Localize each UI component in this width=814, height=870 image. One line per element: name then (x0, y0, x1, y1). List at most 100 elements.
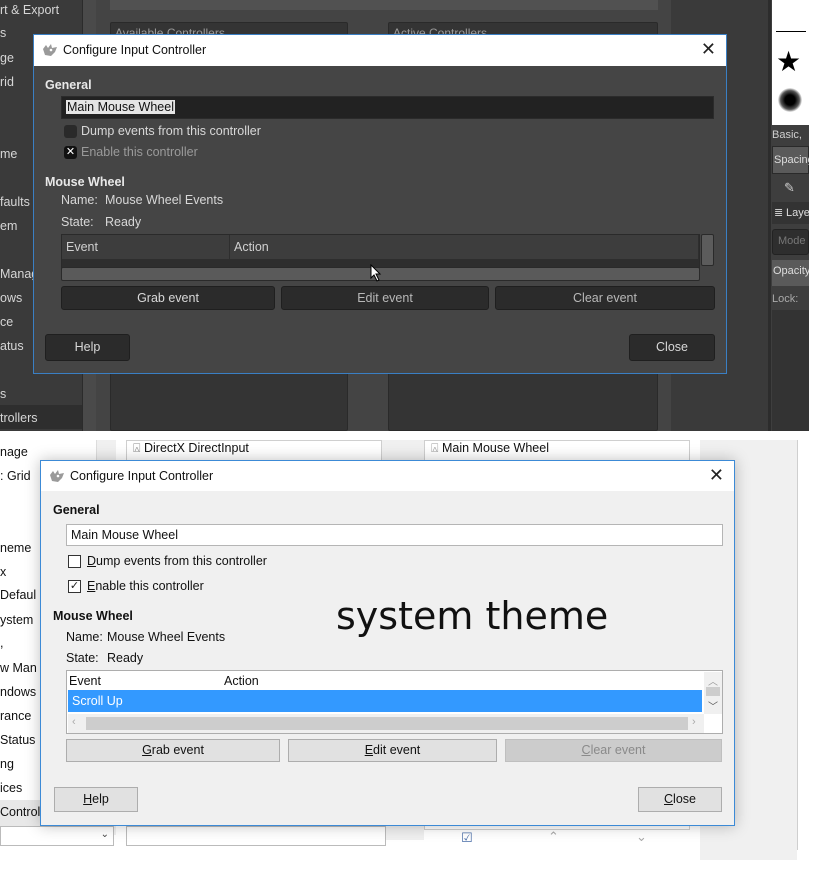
sidebar-item[interactable]: Status (0, 733, 35, 747)
sidebar-item[interactable]: ystem (0, 613, 33, 627)
sidebar-item-input-controllers[interactable]: trollers (0, 411, 38, 425)
sidebar-item[interactable]: rid (0, 75, 14, 89)
help-button[interactable]: Help (45, 334, 130, 361)
table-horizontal-scrollbar[interactable]: ‹ › (68, 714, 704, 733)
sidebar-item[interactable]: atus (0, 339, 24, 353)
mouse-cursor-icon (370, 264, 382, 282)
sidebar-item[interactable]: ge (0, 51, 14, 65)
name-label: Name: (61, 193, 98, 207)
close-button[interactable]: Close (638, 787, 722, 812)
spacing-slider[interactable]: Spacing (772, 146, 809, 174)
edit-event-button[interactable]: Edit event (288, 739, 497, 762)
brush-preset-label: Basic, (772, 129, 802, 141)
grab-event-button[interactable]: Grab event (66, 739, 280, 762)
close-button[interactable]: Close (629, 334, 715, 361)
layers-tab[interactable]: ≣ Laye (772, 202, 809, 224)
action-column-header[interactable]: Action (222, 671, 702, 689)
dialog-titlebar[interactable]: Configure Input Controller ✕ (41, 461, 734, 491)
bottom-text-field[interactable] (126, 826, 386, 846)
scroll-left-icon[interactable]: ‹ (72, 716, 76, 728)
enable-controller-checkbox[interactable]: ✕ (64, 146, 77, 159)
dialog-titlebar[interactable]: Configure Input Controller ✕ (34, 35, 726, 66)
edit-event-button[interactable]: Edit event (281, 286, 489, 310)
dump-events-label[interactable]: Dump events from this controller (87, 554, 267, 568)
available-controller-item[interactable]: ⍓ DirectX DirectInput (133, 441, 249, 456)
dump-events-checkbox[interactable] (64, 125, 77, 138)
layers-list[interactable] (772, 310, 809, 431)
sidebar-item[interactable]: rt & Export (0, 3, 59, 17)
edit-brush-icon[interactable]: ✎ (784, 180, 795, 196)
controller-name-input[interactable]: Main Mouse Wheel (61, 96, 714, 119)
opacity-slider[interactable]: Opacity (772, 260, 809, 286)
dump-events-checkbox[interactable] (68, 555, 81, 568)
controller-name-input[interactable]: Main Mouse Wheel (66, 524, 723, 546)
table-vertical-scrollbar[interactable]: ︿ ﹀ (704, 672, 722, 714)
dialog-title: Configure Input Controller (63, 43, 207, 57)
sidebar-item[interactable]: rance (0, 709, 31, 723)
mouse-wheel-header: Mouse Wheel (45, 175, 125, 189)
clear-event-button[interactable]: Clear event (505, 739, 722, 762)
help-button[interactable]: Help (54, 787, 138, 812)
name-label: Name: (66, 630, 103, 644)
layer-mode-combo[interactable]: Mode (772, 229, 809, 255)
brush-splatter-icon (778, 88, 802, 112)
dump-events-label[interactable]: Dump events from this controller (81, 124, 261, 138)
active-controller-item[interactable]: ⍓ Main Mouse Wheel (431, 441, 549, 456)
sidebar-item[interactable]: neme (0, 541, 31, 555)
sidebar-item[interactable]: ndows (0, 685, 36, 699)
table-vertical-scrollbar[interactable] (701, 234, 714, 266)
sidebar-item[interactable]: ng (0, 757, 14, 771)
sidebar-item[interactable]: : Grid (0, 469, 31, 483)
sidebar-item[interactable]: em (0, 219, 17, 233)
brushes-panel[interactable]: ★ (772, 0, 809, 125)
clear-event-button[interactable]: Clear event (495, 286, 715, 310)
move-up-icon[interactable]: ⌃ (548, 829, 559, 845)
dock-separator (797, 440, 798, 850)
system-theme-watermark: system theme (336, 594, 609, 638)
close-icon[interactable]: ✕ (701, 39, 716, 59)
gimp-wilber-icon (43, 44, 57, 56)
sidebar-item[interactable]: s (0, 26, 6, 40)
state-label: State: (66, 651, 99, 665)
sidebar-item[interactable]: nage (0, 445, 28, 459)
scrollbar-thumb[interactable] (706, 687, 720, 696)
move-down-icon[interactable]: ⌄ (636, 829, 647, 845)
configure-controller-dialog-system: Configure Input Controller ✕ General Mai… (40, 460, 735, 826)
scroll-right-icon[interactable]: › (692, 716, 696, 728)
sidebar-item[interactable]: , (0, 636, 3, 650)
name-info: Mouse Wheel Events (107, 630, 226, 644)
enable-controller-label[interactable]: Enable this controller (87, 579, 204, 593)
scrollbar-thumb[interactable] (86, 717, 688, 730)
bottom-combo[interactable]: ⌄ (0, 826, 114, 846)
table-row-selected[interactable]: Scroll Up (68, 690, 702, 712)
action-column-header[interactable]: Action (230, 235, 699, 259)
controller-name-value: Main Mouse Wheel (66, 100, 175, 114)
sidebar-item[interactable]: Defaul (0, 588, 36, 602)
sidebar-item[interactable]: x (0, 565, 6, 579)
edit-controller-icon[interactable]: ☑ (461, 830, 473, 846)
enable-controller-checkbox[interactable]: ✓ (68, 580, 81, 593)
chevron-down-icon: ⌄ (100, 829, 109, 840)
event-column-header[interactable]: Event (62, 235, 230, 259)
sidebar-item[interactable]: ices (0, 781, 22, 795)
enable-controller-label[interactable]: Enable this controller (81, 145, 198, 159)
grab-event-button[interactable]: Grab event (61, 286, 275, 310)
sidebar-item[interactable]: ows (0, 291, 22, 305)
sidebar-item-input-controllers[interactable]: Control (0, 805, 40, 819)
event-action-table[interactable]: Event Action Scroll Up ︿ ﹀ ‹ › (66, 670, 723, 734)
sidebar-item[interactable]: ce (0, 315, 13, 329)
state-info: Ready (105, 215, 142, 229)
layers-icon: ≣ (774, 207, 784, 219)
brush-star-icon: ★ (776, 46, 802, 77)
top-bar (110, 0, 658, 10)
sidebar-item[interactable]: me (0, 147, 17, 161)
close-icon[interactable]: ✕ (709, 465, 724, 485)
configure-controller-dialog-dark: Configure Input Controller ✕ General Mai… (33, 34, 727, 374)
sidebar-item[interactable]: s (0, 387, 6, 401)
sidebar-item[interactable]: w Man (0, 661, 37, 675)
sidebar-item[interactable]: faults (0, 195, 30, 209)
scroll-up-icon[interactable]: ︿ (708, 673, 718, 688)
event-column-header[interactable]: Event (67, 671, 222, 689)
scroll-down-icon[interactable]: ﹀ (708, 698, 718, 713)
lock-label: Lock: (772, 293, 799, 305)
